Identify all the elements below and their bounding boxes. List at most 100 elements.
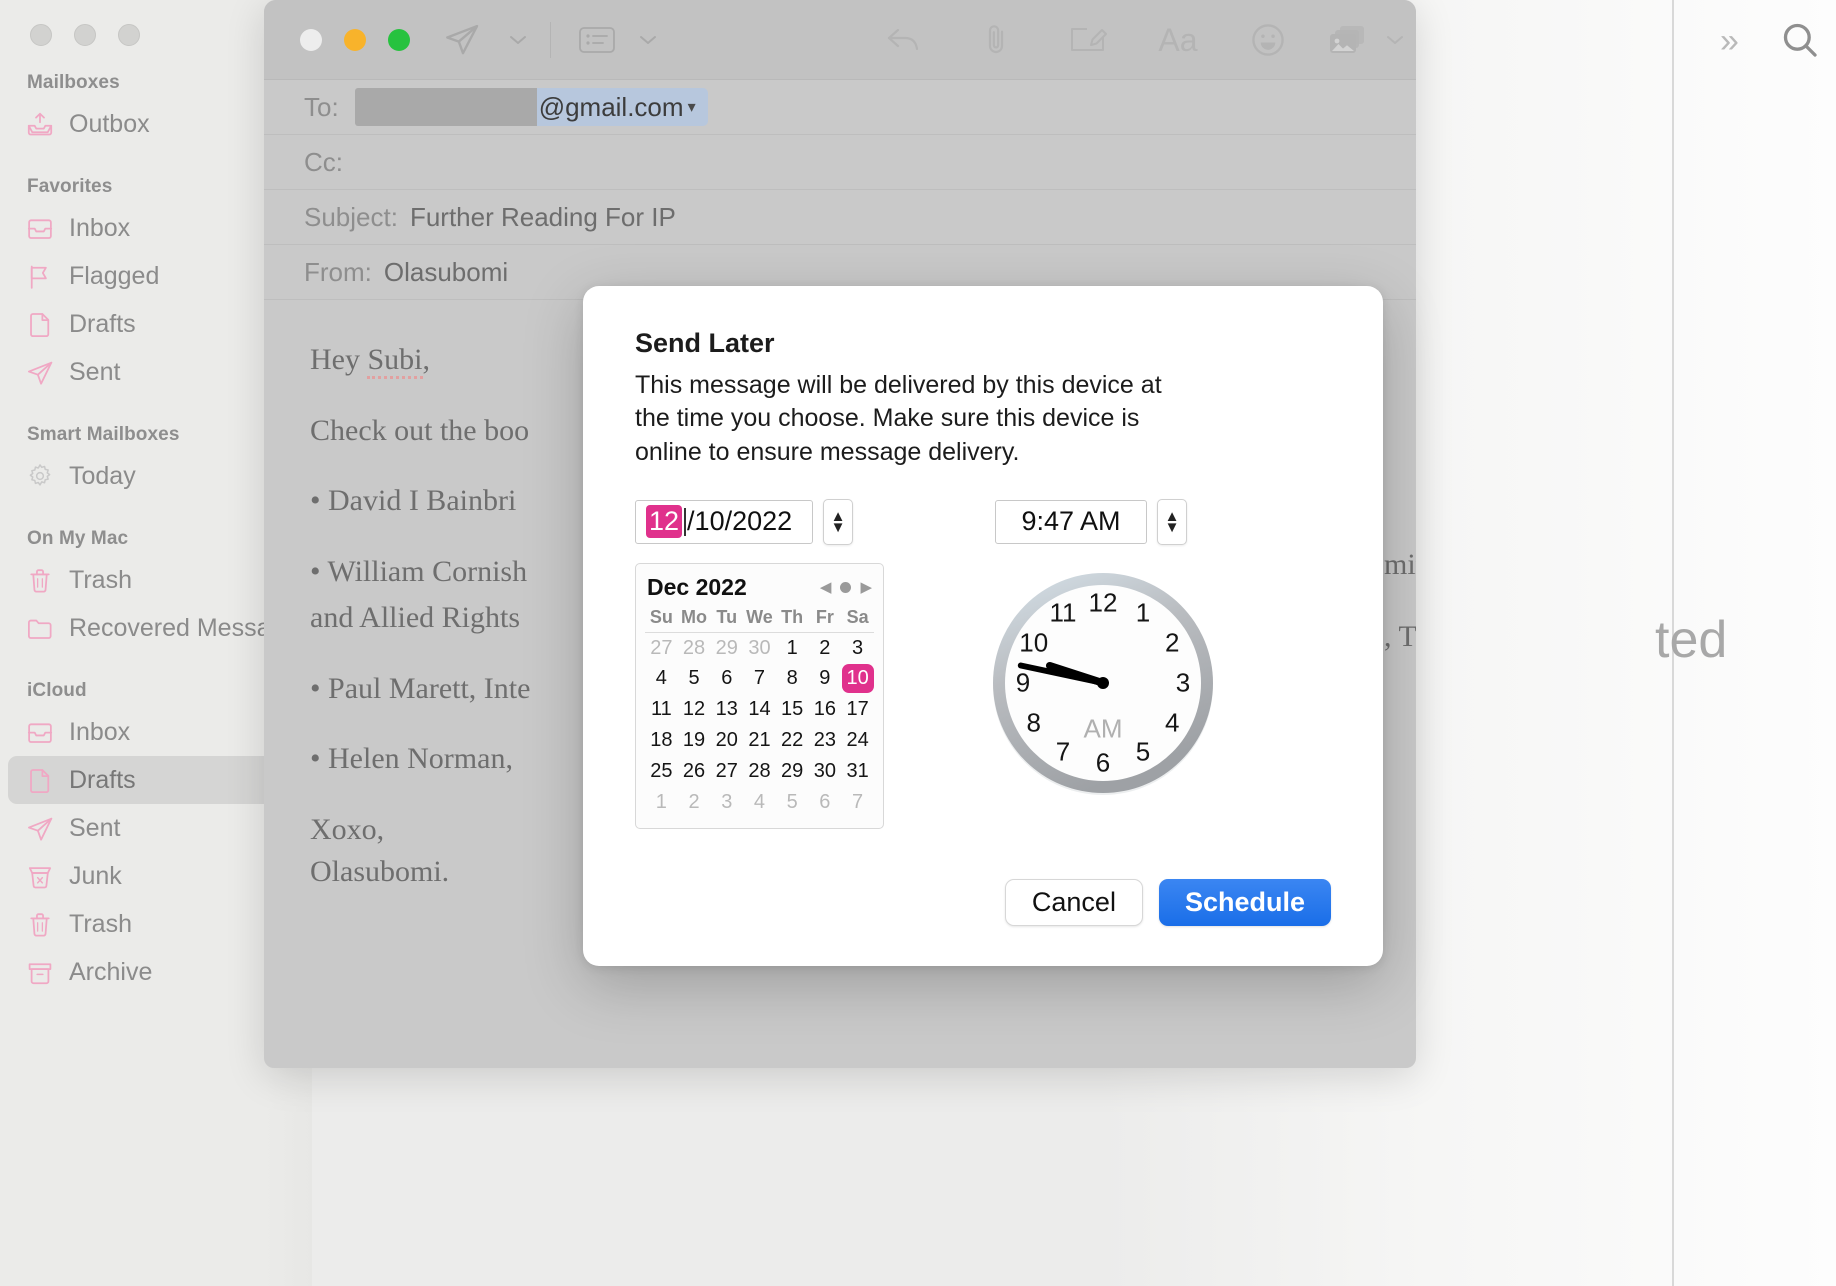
calendar-nav[interactable]: ◀ ▶ <box>820 578 872 596</box>
main-window-traffic-lights[interactable] <box>30 24 140 46</box>
calendar-day-cell[interactable]: 29 <box>710 632 743 663</box>
calendar-day-cell[interactable]: 21 <box>743 725 776 756</box>
compose-zoom-button[interactable] <box>388 29 410 51</box>
calendar-day-cell[interactable]: 31 <box>841 756 874 787</box>
calendar-picker[interactable]: Dec 2022 ◀ ▶ SuMoTuWeThFrSa 272829301234… <box>635 563 884 830</box>
calendar-weekday: We <box>743 607 776 633</box>
time-input[interactable]: 9:47 AM <box>995 500 1147 544</box>
photo-browser-icon[interactable] <box>1320 0 1380 80</box>
calendar-day-cell[interactable]: 25 <box>645 756 678 787</box>
toolbar-overflow-icon[interactable]: » <box>1720 22 1739 61</box>
calendar-day-cell[interactable]: 6 <box>710 663 743 694</box>
inbox-icon <box>25 719 55 745</box>
format-text-icon[interactable]: Aa <box>1148 0 1208 80</box>
compose-traffic-lights[interactable] <box>300 29 410 51</box>
calendar-grid[interactable]: SuMoTuWeThFrSa 2728293012345678910111213… <box>645 607 874 819</box>
analog-clock-picker[interactable]: 121234567891011 AM <box>987 567 1219 799</box>
triangle-left-icon[interactable]: ◀ <box>820 578 832 596</box>
calendar-day-cell[interactable]: 27 <box>645 632 678 663</box>
search-icon[interactable] <box>1780 20 1820 65</box>
calendar-day-cell[interactable]: 22 <box>776 725 809 756</box>
document-icon <box>25 311 55 337</box>
calendar-day-cell[interactable]: 8 <box>776 663 809 694</box>
calendar-day-cell[interactable]: 24 <box>841 725 874 756</box>
text-caret <box>684 508 686 536</box>
calendar-day-cell[interactable]: 4 <box>645 663 678 694</box>
time-stepper-down-icon[interactable]: ▼ <box>1165 522 1180 533</box>
calendar-day-cell[interactable]: 13 <box>710 694 743 725</box>
calendar-day-cell[interactable]: 17 <box>841 694 874 725</box>
triangle-right-icon[interactable]: ▶ <box>860 578 872 596</box>
subject-value: Further Reading For IP <box>410 202 676 233</box>
stationery-dropdown-chevron-icon[interactable] <box>626 0 670 80</box>
dialog-buttons: Cancel Schedule <box>1005 879 1331 926</box>
time-stepper[interactable]: ▲ ▼ <box>1157 499 1187 545</box>
sidebar-item-label: Trash <box>69 566 132 595</box>
calendar-day-cell[interactable]: 11 <box>645 694 678 725</box>
calendar-day-cell[interactable]: 27 <box>710 756 743 787</box>
emoji-icon[interactable] <box>1240 0 1296 80</box>
send-dropdown-chevron-icon[interactable] <box>496 0 540 80</box>
markup-icon[interactable] <box>1058 0 1118 80</box>
minimize-button[interactable] <box>74 24 96 46</box>
calendar-day-cell[interactable]: 30 <box>743 632 776 663</box>
calendar-day-cell[interactable]: 2 <box>678 787 711 818</box>
send-icon[interactable] <box>434 0 490 80</box>
calendar-day-cell[interactable]: 19 <box>678 725 711 756</box>
date-input[interactable]: 12/10/2022 <box>635 500 813 544</box>
calendar-day-cell[interactable]: 3 <box>710 787 743 818</box>
subject-field-row[interactable]: Subject: Further Reading For IP <box>264 190 1416 245</box>
calendar-day-cell[interactable]: 1 <box>776 632 809 663</box>
compose-minimize-button[interactable] <box>344 29 366 51</box>
photo-dropdown-chevron-icon[interactable] <box>1374 0 1416 80</box>
folder-icon <box>25 615 55 641</box>
calendar-day-cell[interactable]: 2 <box>809 632 842 663</box>
date-stepper-field[interactable]: 12/10/2022 ▲ ▼ <box>635 499 927 545</box>
calendar-day-cell[interactable]: 7 <box>841 787 874 818</box>
calendar-day-cell[interactable]: 28 <box>743 756 776 787</box>
calendar-day-cell[interactable]: 12 <box>678 694 711 725</box>
calendar-day-cell[interactable]: 5 <box>678 663 711 694</box>
cancel-button[interactable]: Cancel <box>1005 879 1143 926</box>
format-text-label: Aa <box>1158 22 1197 59</box>
calendar-day-cell[interactable]: 1 <box>645 787 678 818</box>
time-stepper-field[interactable]: 9:47 AM ▲ ▼ <box>995 499 1219 545</box>
calendar-day-cell[interactable]: 29 <box>776 756 809 787</box>
clock-hands[interactable] <box>987 567 1219 799</box>
calendar-day-cell[interactable]: 14 <box>743 694 776 725</box>
schedule-button[interactable]: Schedule <box>1159 879 1331 926</box>
compose-toolbar: Aa <box>264 0 1416 80</box>
zoom-button[interactable] <box>118 24 140 46</box>
sidebar-item-label: Inbox <box>69 214 130 243</box>
calendar-day-cell[interactable]: 10 <box>841 663 874 694</box>
date-selected-segment[interactable]: 12 <box>646 505 682 538</box>
cc-field-row[interactable]: Cc: <box>264 135 1416 190</box>
junk-icon <box>25 863 55 889</box>
to-field-row[interactable]: To: @gmail.com ▾ <box>264 80 1416 135</box>
calendar-day-cell[interactable]: 5 <box>776 787 809 818</box>
calendar-day-cell[interactable]: 16 <box>809 694 842 725</box>
calendar-day-cell[interactable]: 7 <box>743 663 776 694</box>
calendar-day-cell[interactable]: 6 <box>809 787 842 818</box>
calendar-day-cell[interactable]: 26 <box>678 756 711 787</box>
close-button[interactable] <box>30 24 52 46</box>
compose-close-button[interactable] <box>300 29 322 51</box>
calendar-day-cell[interactable]: 18 <box>645 725 678 756</box>
date-stepper[interactable]: ▲ ▼ <box>823 499 853 545</box>
calendar-day-cell[interactable]: 3 <box>841 632 874 663</box>
reply-icon[interactable] <box>876 0 932 80</box>
calendar-day-cell[interactable]: 23 <box>809 725 842 756</box>
recipient-chevron-down-icon[interactable]: ▾ <box>688 97 700 117</box>
calendar-day-cell[interactable]: 28 <box>678 632 711 663</box>
today-dot-icon[interactable] <box>840 582 851 593</box>
calendar-day-cell[interactable]: 30 <box>809 756 842 787</box>
calendar-day-cell[interactable]: 4 <box>743 787 776 818</box>
calendar-day-cell[interactable]: 15 <box>776 694 809 725</box>
date-stepper-down-icon[interactable]: ▼ <box>831 522 846 533</box>
sidebar-item-drafts[interactable]: Drafts <box>8 756 298 804</box>
to-recipient-chip[interactable]: @gmail.com ▾ <box>355 88 708 126</box>
calendar-day-cell[interactable]: 20 <box>710 725 743 756</box>
stationery-icon[interactable] <box>570 0 624 80</box>
calendar-day-cell[interactable]: 9 <box>809 663 842 694</box>
attach-icon[interactable] <box>968 0 1024 80</box>
